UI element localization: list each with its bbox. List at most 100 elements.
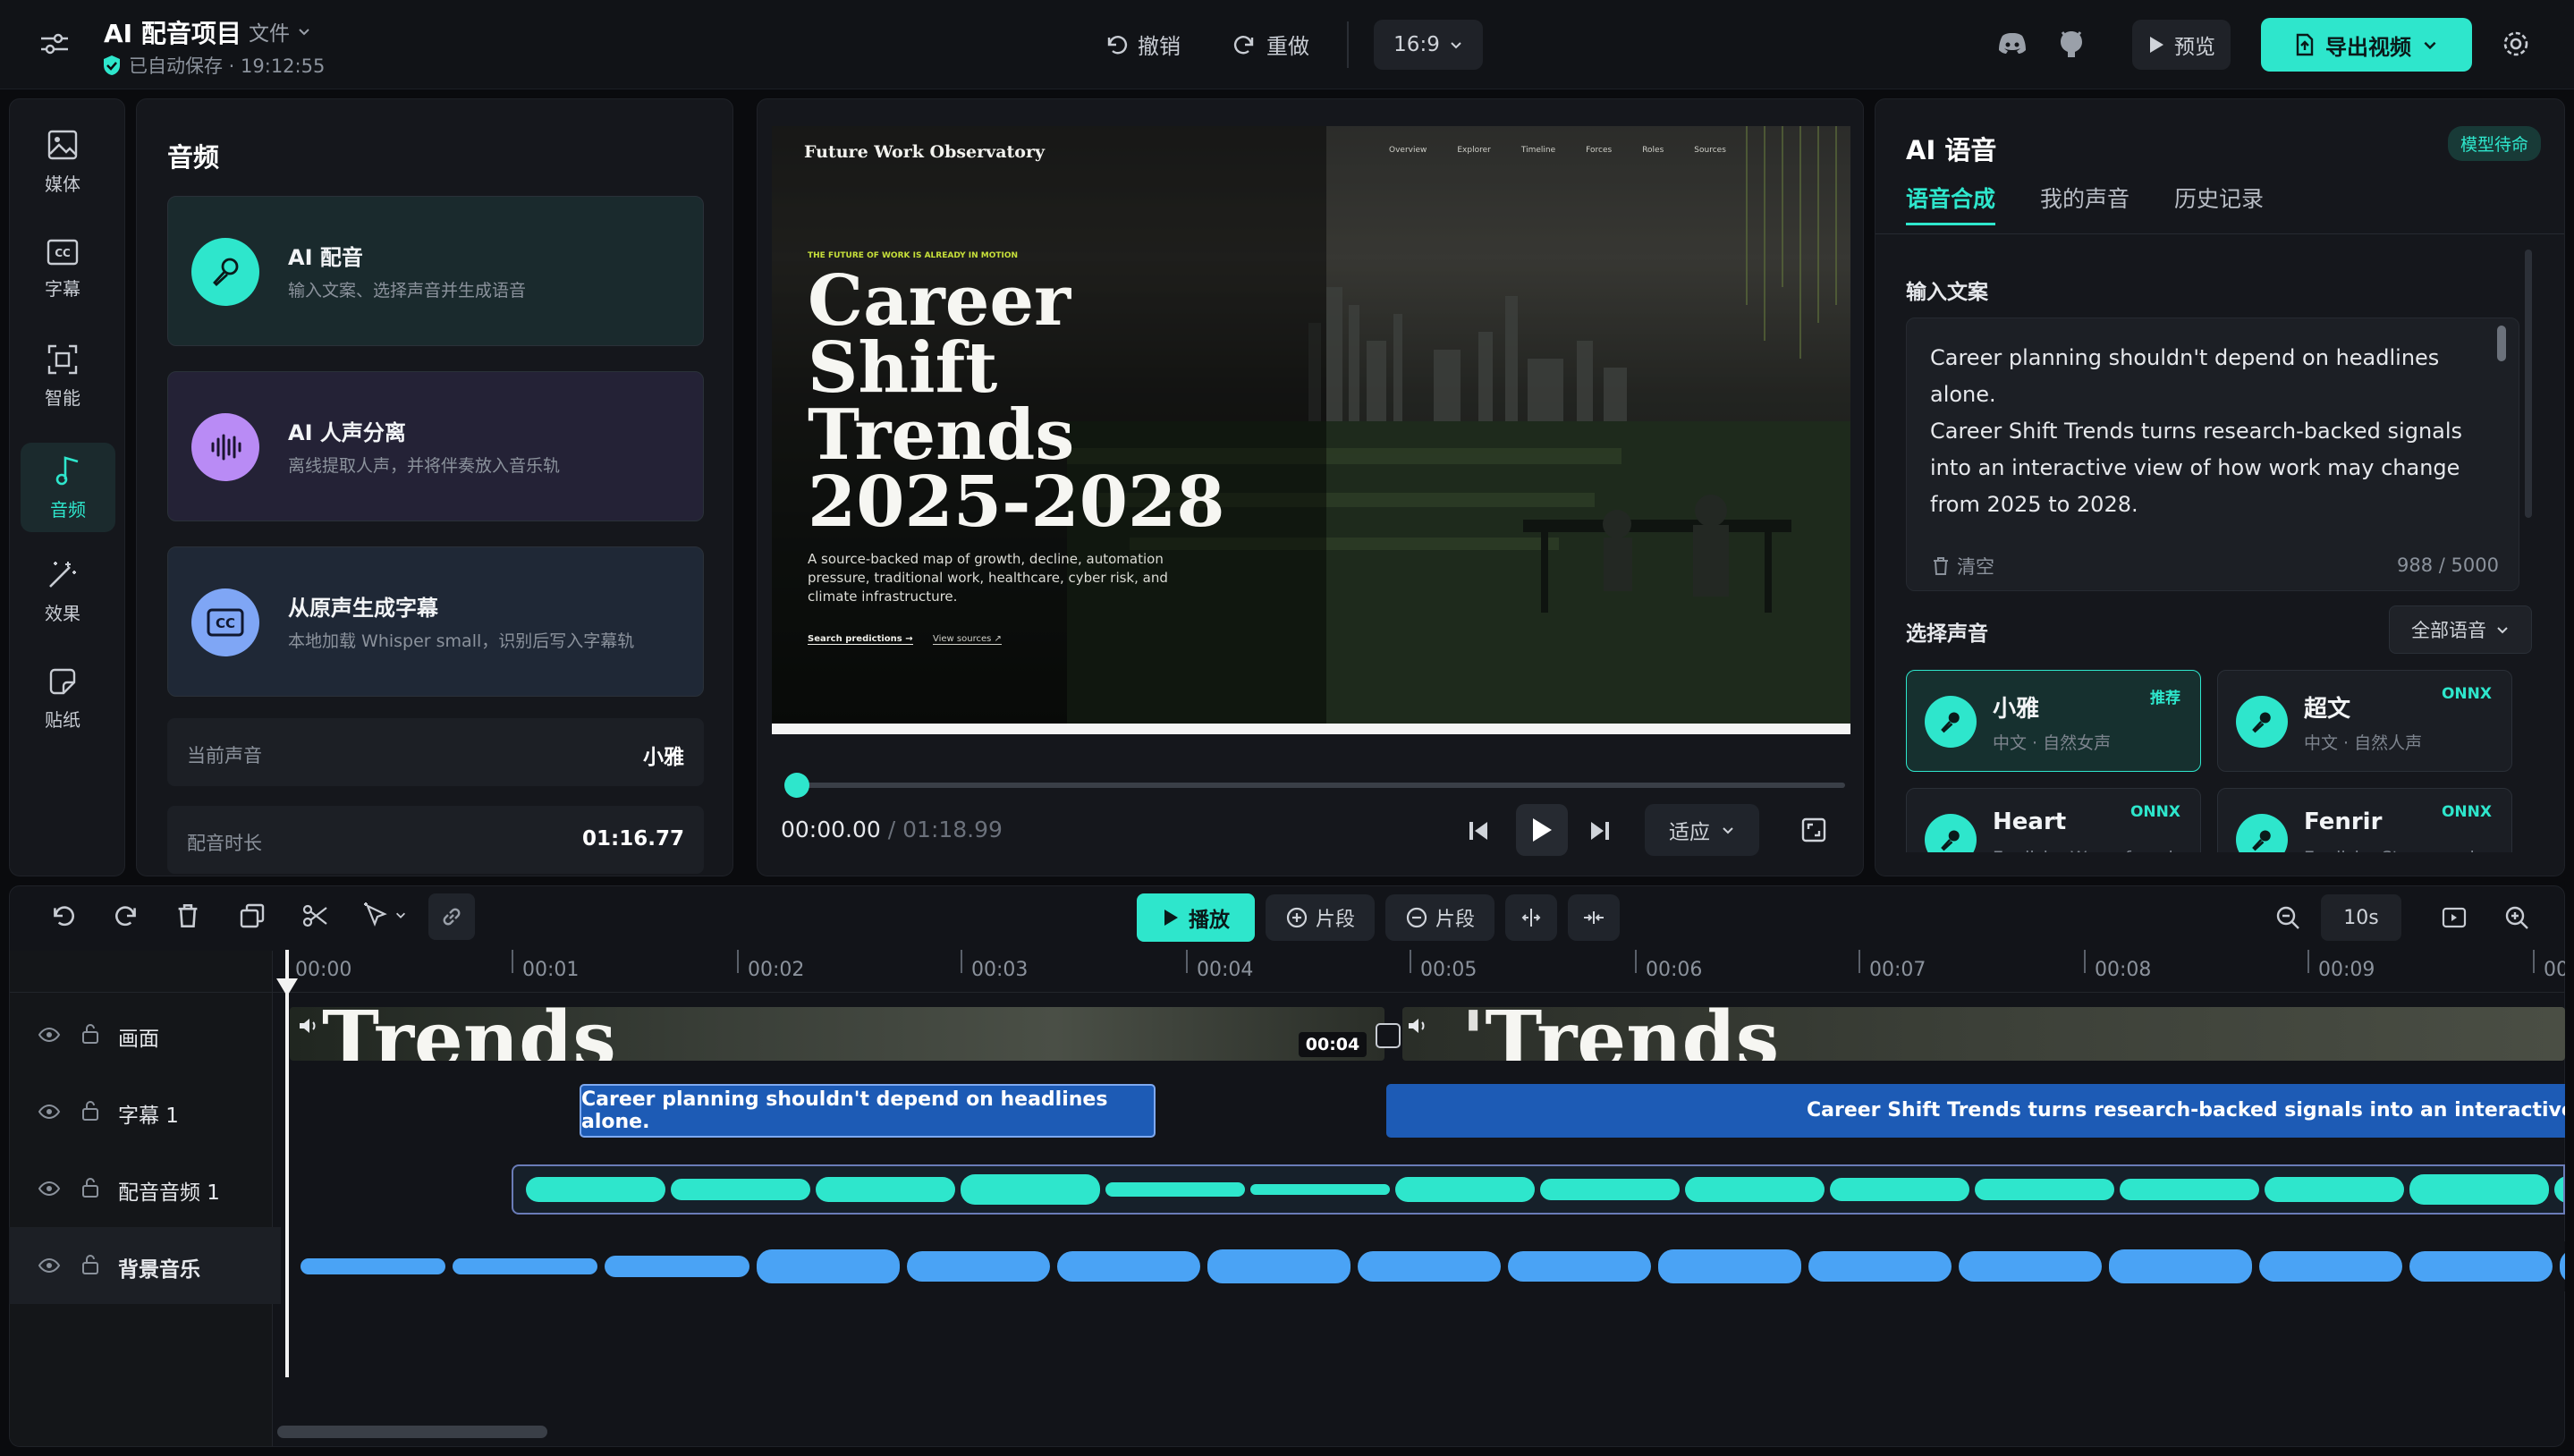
discord-icon[interactable] (1996, 30, 2028, 57)
add-clip-button[interactable]: 片段 (1266, 894, 1375, 941)
scrubber-track[interactable] (797, 783, 1845, 788)
plus-circle-icon (1286, 907, 1308, 928)
lock-icon[interactable] (80, 1177, 100, 1198)
textarea-scrollbar[interactable] (2497, 326, 2506, 361)
eye-icon[interactable] (38, 1257, 61, 1274)
music-clip[interactable] (290, 1241, 2565, 1291)
eye-icon[interactable] (38, 1026, 61, 1044)
timeline-play-button[interactable]: 播放 (1137, 893, 1255, 942)
settings-sliders-icon[interactable] (39, 30, 70, 57)
divider (1347, 21, 1349, 68)
card-desc: 本地加载 Whisper small，识别后写入字幕轨 (288, 631, 635, 651)
waveform-segment (2554, 1176, 2563, 1203)
select-tool[interactable] (362, 901, 407, 929)
link-icon (443, 908, 461, 926)
generate-subtitles-card[interactable]: CC 从原声生成字幕 本地加载 Whisper small，识别后写入字幕轨 (167, 546, 704, 697)
waveform-segment (1057, 1251, 1200, 1282)
remove-clip-button[interactable]: 片段 (1385, 894, 1494, 941)
voice-card-chaowen[interactable]: 超文 中文 · 自然人声 ONNX (2217, 670, 2512, 772)
script-textarea[interactable]: Career planning shouldn't depend on head… (1906, 317, 2519, 591)
waveform-segment (2120, 1179, 2259, 1200)
time-ruler[interactable] (272, 950, 2565, 991)
ai-voice-panel: AI 语音 模型待命 语音合成 我的声音 历史记录 输入文案 Career pl… (1875, 98, 2565, 876)
scrubber-handle[interactable] (784, 773, 809, 798)
tab-my-voices[interactable]: 我的声音 (2040, 182, 2129, 214)
panel-scrollbar[interactable] (2525, 250, 2532, 518)
current-voice-label: 当前声音 (187, 745, 262, 766)
voiceover-clip[interactable] (512, 1164, 2565, 1215)
microphone-icon (191, 238, 259, 306)
fit-select[interactable]: 适应 (1645, 804, 1759, 856)
skip-forward-icon[interactable] (1588, 818, 1613, 843)
current-voice-value: 小雅 (643, 746, 684, 769)
volume-icon[interactable] (1406, 1016, 1429, 1036)
video-clip-1[interactable]: Trends 00:04 (290, 1007, 1384, 1061)
divider (10, 992, 2564, 993)
export-file-icon (2296, 33, 2314, 56)
play-button[interactable] (1516, 804, 1568, 856)
voice-card-xiaoya[interactable]: 小雅 中文 · 自然女声 推荐 (1906, 670, 2201, 772)
tab-synthesis[interactable]: 语音合成 (1906, 182, 1996, 225)
waveform-segment (2409, 1174, 2549, 1205)
zoom-level[interactable]: 10s (2321, 894, 2401, 941)
redo-icon[interactable] (114, 902, 140, 929)
scissors-icon[interactable] (301, 902, 328, 929)
clear-button[interactable]: 清空 (1932, 553, 1994, 580)
rail-item-media[interactable]: 媒体 (10, 117, 115, 207)
merge-button[interactable] (1568, 894, 1620, 941)
script-line: from 2025 to 2028. (1930, 492, 2138, 517)
rail-item-effects[interactable]: 效果 (10, 546, 115, 636)
lock-icon[interactable] (80, 1254, 100, 1275)
transition-handle[interactable] (1376, 1023, 1401, 1048)
skip-back-icon[interactable] (1466, 818, 1491, 843)
zoom-in-icon[interactable] (2503, 904, 2530, 931)
playhead[interactable] (285, 950, 289, 1377)
aspect-ratio-select[interactable]: 16:9 (1374, 20, 1483, 70)
rail-item-smart[interactable]: 智能 (10, 332, 115, 421)
duplicate-icon[interactable] (239, 902, 266, 929)
eye-icon[interactable] (38, 1180, 61, 1198)
github-icon[interactable] (2057, 29, 2086, 59)
voice-filter-select[interactable]: 全部语音 (2389, 605, 2532, 654)
svg-text:CC: CC (216, 615, 235, 631)
waveform-icon (191, 413, 259, 481)
ai-dubbing-card[interactable]: AI 配音 输入文案、选择声音并生成语音 (167, 196, 704, 346)
voice-separation-card[interactable]: AI 人声分离 离线提取人声，并将伴奏放入音乐轨 (167, 371, 704, 521)
trash-icon[interactable] (176, 902, 199, 929)
redo-button[interactable]: 重做 (1232, 29, 1309, 60)
playhead-handle[interactable] (275, 977, 300, 998)
card-title: 从原声生成字幕 (288, 596, 438, 621)
track-name: 配音音频 1 (118, 1181, 220, 1205)
split-button[interactable] (1505, 894, 1557, 941)
export-video-button[interactable]: 导出视频 (2261, 18, 2472, 72)
card-title: AI 配音 (288, 245, 363, 270)
volume-icon[interactable] (297, 1016, 320, 1036)
waveform-segment (526, 1177, 665, 1202)
rail-item-subtitles[interactable]: CC 字幕 (10, 224, 115, 314)
headline-line: 2025-2028 (808, 461, 1225, 543)
gear-icon[interactable] (2501, 29, 2531, 59)
preview-button[interactable]: 预览 (2132, 20, 2231, 70)
duration-value: 01:16.77 (582, 827, 684, 851)
lock-icon[interactable] (80, 1100, 100, 1122)
link-button[interactable] (428, 893, 475, 940)
waveform-segment (2409, 1251, 2553, 1282)
rail-item-audio[interactable]: 音频 (21, 443, 115, 532)
subtitle-clip-2[interactable]: Career Shift Trends turns research-backe… (1386, 1084, 2565, 1138)
lock-icon[interactable] (80, 1023, 100, 1045)
eye-icon[interactable] (38, 1103, 61, 1121)
zoom-out-icon[interactable] (2274, 904, 2301, 931)
fit-timeline-icon[interactable] (2441, 904, 2468, 931)
fullscreen-icon[interactable] (1800, 817, 1827, 843)
waveform-segment (1685, 1177, 1825, 1202)
video-clip-2[interactable]: 'Trends (1402, 1007, 2565, 1061)
rail-item-stickers[interactable]: 贴纸 (10, 654, 115, 743)
undo-button[interactable]: 撤销 (1104, 29, 1181, 60)
file-menu[interactable]: 文件 (249, 16, 311, 47)
undo-icon[interactable] (49, 902, 76, 929)
waveform-segment (2259, 1251, 2402, 1282)
timeline-scrollbar[interactable] (277, 1426, 547, 1438)
script-line: into an interactive view of how work may… (1930, 455, 2460, 480)
subtitle-clip-1[interactable]: Career planning shouldn't depend on head… (580, 1084, 1156, 1138)
tab-history[interactable]: 历史记录 (2174, 182, 2264, 214)
